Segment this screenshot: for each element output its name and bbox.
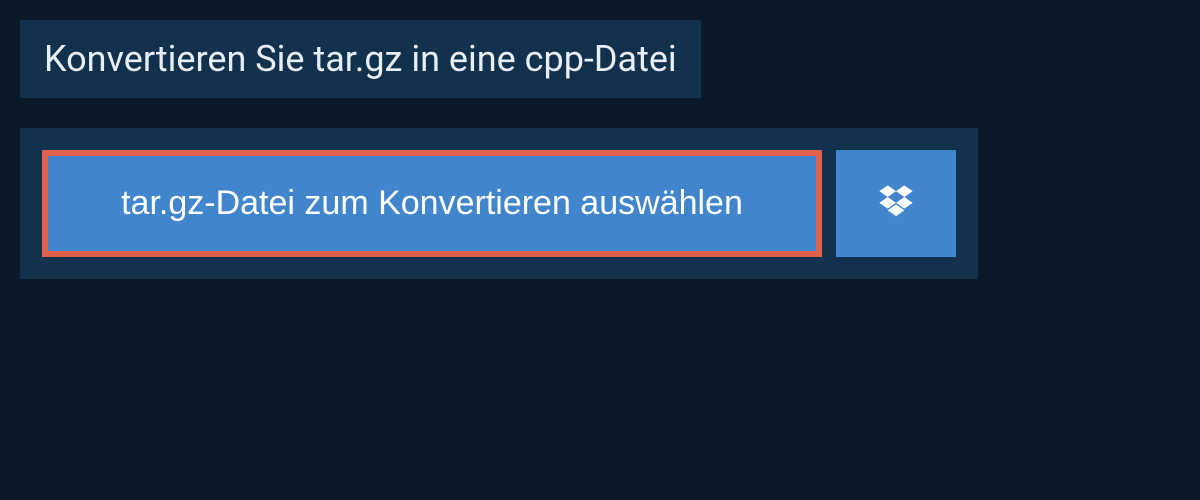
select-file-label: tar.gz-Datei zum Konvertieren auswählen <box>121 184 743 223</box>
dropbox-button[interactable] <box>836 150 956 257</box>
dropbox-icon <box>876 182 916 225</box>
upload-panel: tar.gz-Datei zum Konvertieren auswählen <box>20 128 978 279</box>
select-file-button[interactable]: tar.gz-Datei zum Konvertieren auswählen <box>42 150 822 257</box>
page-title: Konvertieren Sie tar.gz in eine cpp-Date… <box>44 38 677 80</box>
converter-container: Konvertieren Sie tar.gz in eine cpp-Date… <box>0 0 1200 299</box>
title-bar: Konvertieren Sie tar.gz in eine cpp-Date… <box>20 20 701 98</box>
